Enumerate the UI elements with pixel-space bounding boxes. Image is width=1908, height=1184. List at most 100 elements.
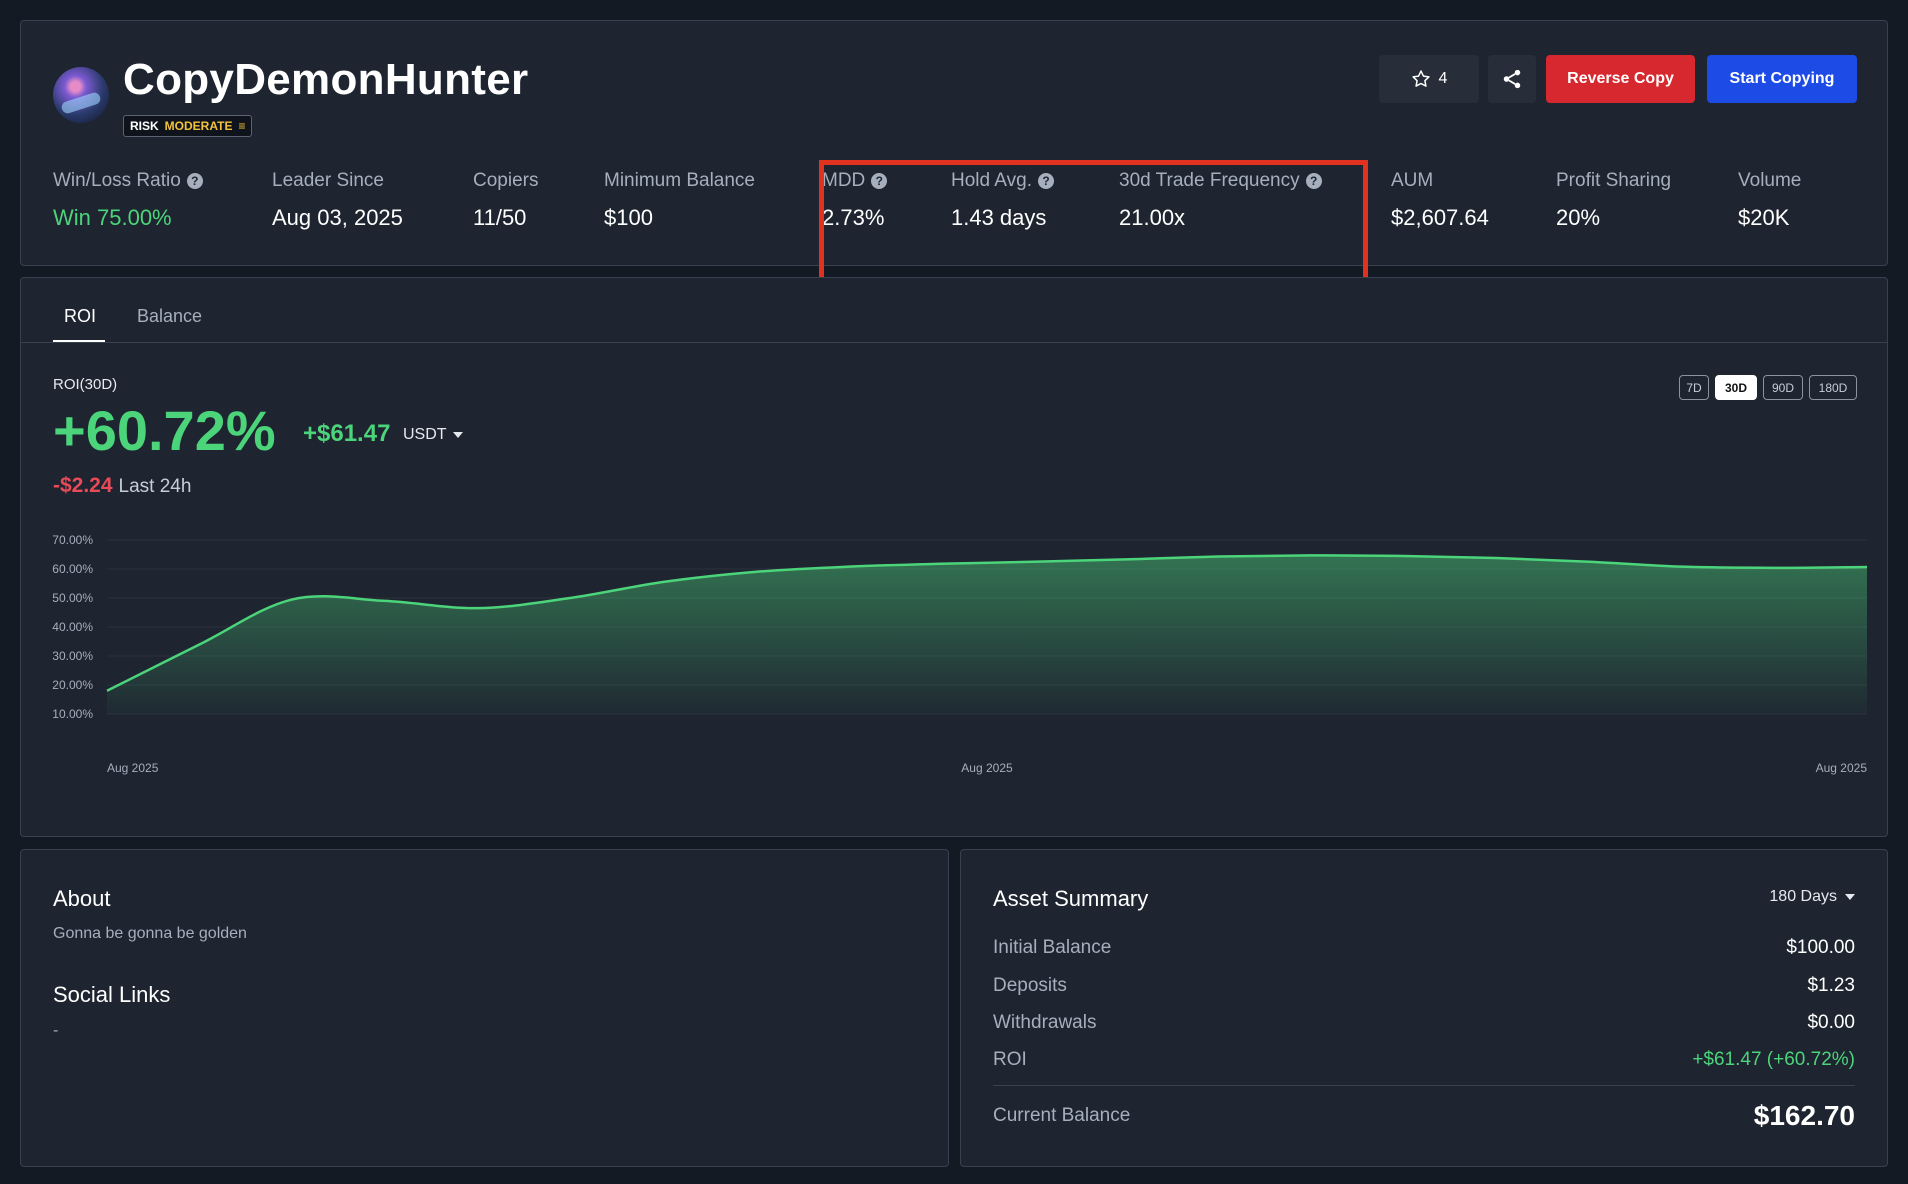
stat-30d-trade-frequency: 30d Trade Frequency? 21.00x [1119,169,1322,231]
stat-minimum-balance: Minimum Balance $100 [604,169,755,231]
start-copying-button[interactable]: Start Copying [1707,55,1857,103]
stat-value: $2,607.64 [1391,205,1489,230]
tab-roi[interactable]: ROI [64,306,96,327]
trader-name: CopyDemonHunter [123,55,529,104]
asset-row-label: Deposits [993,975,1067,996]
x-tick-label: Aug 2025 [107,761,159,775]
stat-label: Volume [1738,170,1802,191]
stat-value: $20K [1738,205,1790,230]
stat-aum: AUM $2,607.64 [1391,169,1489,231]
stat-value: Aug 03, 2025 [272,205,403,230]
favorite-count: 4 [1438,70,1448,87]
y-tick-label: 40.00% [52,620,93,634]
stat-label: Win/Loss Ratio [53,170,181,191]
about-panel: About Gonna be gonna be golden Social Li… [20,849,949,1167]
period-dropdown[interactable]: 180 Days [1769,888,1855,906]
stat-label: Hold Avg. [951,170,1032,191]
avatar [53,67,109,123]
roi-24h-change: -$2.24 Last 24h [53,474,191,498]
current-balance-label: Current Balance [993,1105,1131,1126]
stat-label: Minimum Balance [604,170,755,191]
asset-row-label: Initial Balance [993,937,1112,958]
stat-label: MDD [822,170,866,191]
currency-dropdown[interactable]: USDT [403,426,463,444]
asset-summary-title: Asset Summary [993,886,1149,911]
x-tick-label: Aug 2025 [1816,761,1868,775]
roi-amount: +$61.47 [303,420,391,447]
asset-row-value: $1.23 [1807,975,1855,996]
trader-header-panel: CopyDemonHunter RISK MODERATE ≡ 4 Revers… [20,20,1888,286]
risk-badge: RISK MODERATE ≡ [123,115,253,137]
stat-value: 20% [1556,205,1601,230]
change-24h-value: -$2.24 [53,474,113,497]
asset-row-value: +$61.47 (+60.72%) [1692,1049,1855,1070]
caret-down-icon [452,432,463,438]
asset-row-value: $0.00 [1807,1012,1855,1033]
stat-profit-sharing: Profit Sharing 20% [1556,169,1671,231]
roi-period-label: ROI(30D) [53,376,118,393]
x-tick-label: Aug 2025 [961,761,1013,775]
risk-label: RISK [130,119,159,133]
stat-label: Profit Sharing [1556,170,1672,191]
active-tab-indicator [53,340,105,342]
y-tick-label: 70.00% [52,533,93,547]
stat-label: AUM [1391,170,1434,191]
stat-leader-since: Leader Since Aug 03, 2025 [272,169,403,231]
asset-row: Initial Balance $100.00 [993,937,1855,961]
social-links-value: - [53,1022,59,1039]
caret-down-icon [1845,894,1855,900]
stat-value: 1.43 days [951,205,1047,230]
stat-volume: Volume $20K [1738,169,1801,231]
period-180d[interactable]: 180D [1809,375,1857,400]
stat-value: 2.73% [822,205,885,230]
y-tick-label: 30.00% [52,649,93,663]
roi-percent: +60.72% [53,399,276,462]
tab-balance[interactable]: Balance [137,306,202,327]
reverse-copy-button[interactable]: Reverse Copy [1546,55,1695,103]
asset-row-value: $100.00 [1786,937,1855,958]
help-icon[interactable]: ? [871,173,888,189]
period-dropdown-label: 180 Days [1769,888,1837,905]
y-tick-label: 20.00% [52,678,93,692]
y-tick-label: 10.00% [52,707,93,721]
stat-value: Win 75.00% [53,205,172,230]
y-tick-label: 60.00% [52,562,93,576]
asset-row: Deposits $1.23 [993,975,1855,999]
risk-level-icon: ≡ [238,119,246,133]
current-balance-value: $162.70 [1753,1100,1855,1131]
about-text: Gonna be gonna be golden [53,925,247,942]
currency-label: USDT [403,426,447,443]
stat-win-loss-ratio: Win/Loss Ratio? Win 75.00% [53,169,203,231]
divider [993,1085,1855,1086]
stat-label: 30d Trade Frequency [1119,170,1300,191]
help-icon[interactable]: ? [1037,173,1054,189]
star-icon [1411,70,1430,87]
stat-label: Leader Since [272,170,384,191]
y-tick-label: 50.00% [52,591,93,605]
roi-chart-panel: ROI Balance ROI(30D) +60.72% +$61.47 USD… [20,277,1888,837]
stat-mdd: MDD? 2.73% [822,169,888,231]
stat-value: 11/50 [473,205,527,230]
stat-value: $100 [604,205,653,230]
share-icon [1503,69,1521,89]
current-balance-row: Current Balance $162.70 [993,1100,1855,1132]
stat-hold-avg: Hold Avg.? 1.43 days [951,169,1054,231]
help-icon[interactable]: ? [186,173,203,189]
change-24h-label: Last 24h [118,476,192,497]
stat-value: 21.00x [1119,205,1186,230]
help-icon[interactable]: ? [1305,173,1322,189]
stat-label: Copiers [473,170,539,191]
asset-row: ROI +$61.47 (+60.72%) [993,1049,1855,1073]
favorite-button[interactable]: 4 [1379,55,1479,103]
roi-area-fill [107,555,1867,714]
roi-area-chart: 70.00% 60.00% 50.00% 40.00% 30.00% 20.00% 10.0… [52,533,1868,775]
period-30d[interactable]: 30D [1715,375,1757,400]
asset-row: Withdrawals $0.00 [993,1012,1855,1036]
asset-row-label: ROI [993,1049,1027,1070]
risk-value: MODERATE [164,119,233,133]
period-7d[interactable]: 7D [1679,375,1709,400]
period-90d[interactable]: 90D [1763,375,1803,400]
share-button[interactable] [1488,55,1536,103]
chart-tabs: ROI Balance [21,278,1887,343]
asset-row-label: Withdrawals [993,1012,1097,1033]
